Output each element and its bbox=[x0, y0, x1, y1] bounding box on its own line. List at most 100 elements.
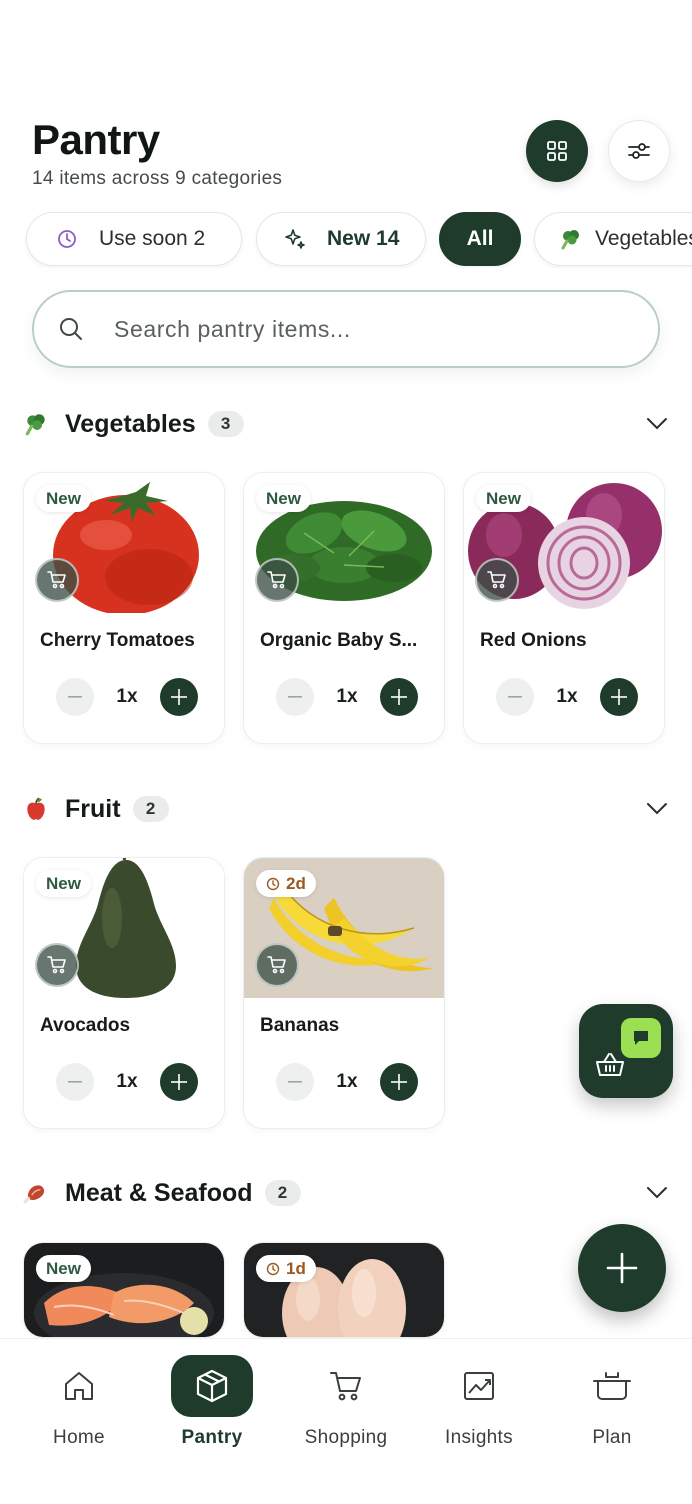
decrement-button[interactable] bbox=[56, 1063, 94, 1101]
increment-button[interactable] bbox=[159, 678, 198, 716]
add-to-shopping-button[interactable] bbox=[475, 558, 519, 602]
item-name: Avocados bbox=[40, 1015, 131, 1036]
chip-vegetables-label: Vegetables bbox=[595, 227, 692, 250]
section-header-vegetables[interactable]: Vegetables 3 bbox=[22, 404, 672, 444]
chip-new[interactable]: New 14 bbox=[256, 212, 426, 266]
product-image-bananas: 2d bbox=[244, 858, 444, 998]
search-input[interactable]: Search pantry items... bbox=[32, 290, 660, 368]
tab-shopping-label: Shopping bbox=[304, 1427, 388, 1448]
plus-icon bbox=[170, 1074, 187, 1090]
cart-icon bbox=[267, 571, 286, 589]
chip-use-soon[interactable]: Use soon 2 bbox=[26, 212, 242, 266]
decrement-button[interactable] bbox=[276, 678, 314, 716]
clock-icon bbox=[266, 1262, 280, 1275]
section-title: Fruit bbox=[65, 794, 121, 823]
quantity-stepper: 1x bbox=[56, 678, 198, 716]
decrement-button[interactable] bbox=[276, 1063, 314, 1101]
tab-home-label: Home bbox=[53, 1427, 105, 1448]
section-count-badge: 3 bbox=[207, 411, 244, 437]
tab-pantry[interactable]: Pantry bbox=[152, 1339, 272, 1459]
minus-icon bbox=[288, 696, 302, 698]
clock-icon bbox=[58, 230, 76, 248]
product-image-avocado: New bbox=[24, 858, 224, 998]
pantry-item-card[interactable]: New Cherry Tomatoes 1x bbox=[23, 472, 225, 744]
bottom-navigation: Home Pantry Shopping Insights Plan bbox=[0, 1338, 692, 1504]
broccoli-icon bbox=[25, 414, 45, 436]
expires-badge: 2d bbox=[256, 870, 316, 897]
item-name: Cherry Tomatoes bbox=[40, 630, 195, 651]
add-to-shopping-button[interactable] bbox=[35, 943, 79, 987]
section-header-fruit[interactable]: Fruit 2 bbox=[22, 789, 672, 829]
quantity-value: 1x bbox=[336, 1071, 358, 1092]
tab-home[interactable]: Home bbox=[19, 1339, 139, 1459]
add-to-shopping-button[interactable] bbox=[255, 943, 299, 987]
section-header-meat-seafood[interactable]: Meat & Seafood 2 bbox=[22, 1173, 672, 1213]
plus-icon bbox=[606, 1252, 638, 1284]
product-image-spinach: New bbox=[244, 473, 444, 613]
quantity-value: 1x bbox=[116, 1071, 138, 1092]
increment-button[interactable] bbox=[379, 1063, 418, 1101]
chip-use-soon-label: Use soon 2 bbox=[99, 227, 206, 250]
section-count-badge: 2 bbox=[264, 1180, 301, 1206]
chart-icon bbox=[464, 1372, 494, 1400]
page-subtitle: 14 items across 9 categories bbox=[32, 168, 283, 189]
new-badge: New bbox=[36, 485, 91, 512]
page-header: Pantry 14 items across 9 categories bbox=[32, 116, 282, 190]
tab-plan-label: Plan bbox=[592, 1427, 632, 1448]
sliders-icon bbox=[628, 143, 650, 159]
broccoli-icon bbox=[561, 230, 579, 250]
grid-view-button[interactable] bbox=[526, 120, 588, 182]
chip-vegetables[interactable]: Vegetables bbox=[534, 212, 692, 266]
add-item-button[interactable] bbox=[578, 1224, 666, 1312]
increment-button[interactable] bbox=[379, 678, 418, 716]
tab-shopping[interactable]: Shopping bbox=[286, 1339, 406, 1459]
tab-insights-label: Insights bbox=[445, 1427, 513, 1448]
new-badge: New bbox=[36, 870, 91, 897]
increment-button[interactable] bbox=[159, 1063, 198, 1101]
quantity-stepper: 1x bbox=[496, 678, 638, 716]
item-name: Bananas bbox=[260, 1015, 340, 1036]
minus-icon bbox=[68, 696, 82, 698]
page-title: Pantry bbox=[32, 116, 160, 163]
quantity-value: 1x bbox=[336, 686, 358, 707]
pantry-item-card[interactable]: 1d bbox=[243, 1242, 445, 1338]
section-title: Vegetables bbox=[65, 409, 196, 438]
pantry-item-card[interactable]: New bbox=[23, 1242, 225, 1338]
meat-icon bbox=[23, 1185, 45, 1204]
minus-icon bbox=[68, 1081, 82, 1083]
tab-insights[interactable]: Insights bbox=[419, 1339, 539, 1459]
cart-icon bbox=[330, 1372, 361, 1401]
quantity-value: 1x bbox=[116, 686, 138, 707]
chip-all[interactable]: All bbox=[439, 212, 521, 266]
decrement-button[interactable] bbox=[56, 678, 94, 716]
section-title: Meat & Seafood bbox=[65, 1178, 253, 1207]
pantry-item-card[interactable]: New Avocados 1x bbox=[23, 857, 225, 1129]
pantry-item-card[interactable]: 2d Bananas 1x bbox=[243, 857, 445, 1129]
filter-settings-button[interactable] bbox=[608, 120, 670, 182]
tab-plan[interactable]: Plan bbox=[552, 1339, 672, 1459]
quantity-stepper: 1x bbox=[276, 678, 418, 716]
home-icon bbox=[65, 1372, 93, 1400]
product-image-tomato: New bbox=[24, 473, 224, 613]
apple-icon bbox=[27, 797, 45, 820]
add-to-shopping-button[interactable] bbox=[35, 558, 79, 602]
decrement-button[interactable] bbox=[496, 678, 534, 716]
increment-button[interactable] bbox=[599, 678, 638, 716]
basket-icon bbox=[596, 1053, 624, 1076]
quantity-stepper: 1x bbox=[56, 1063, 198, 1101]
chevron-down-icon bbox=[647, 803, 667, 815]
expires-badge: 1d bbox=[256, 1255, 316, 1282]
pantry-item-card[interactable]: New Organic Baby S... 1x bbox=[243, 472, 445, 744]
minus-icon bbox=[288, 1081, 302, 1083]
add-to-shopping-button[interactable] bbox=[255, 558, 299, 602]
tab-pantry-label: Pantry bbox=[181, 1427, 243, 1448]
expires-badge-label: 1d bbox=[286, 1258, 306, 1278]
quantity-stepper: 1x bbox=[276, 1063, 418, 1101]
new-badge: New bbox=[476, 485, 531, 512]
pantry-item-card[interactable]: New Red Onions 1x bbox=[463, 472, 665, 744]
cart-icon bbox=[487, 571, 506, 589]
plus-icon bbox=[170, 689, 187, 705]
chip-new-label: New 14 bbox=[327, 227, 400, 250]
plus-icon bbox=[610, 689, 627, 705]
assistant-basket-button[interactable] bbox=[579, 1004, 673, 1098]
